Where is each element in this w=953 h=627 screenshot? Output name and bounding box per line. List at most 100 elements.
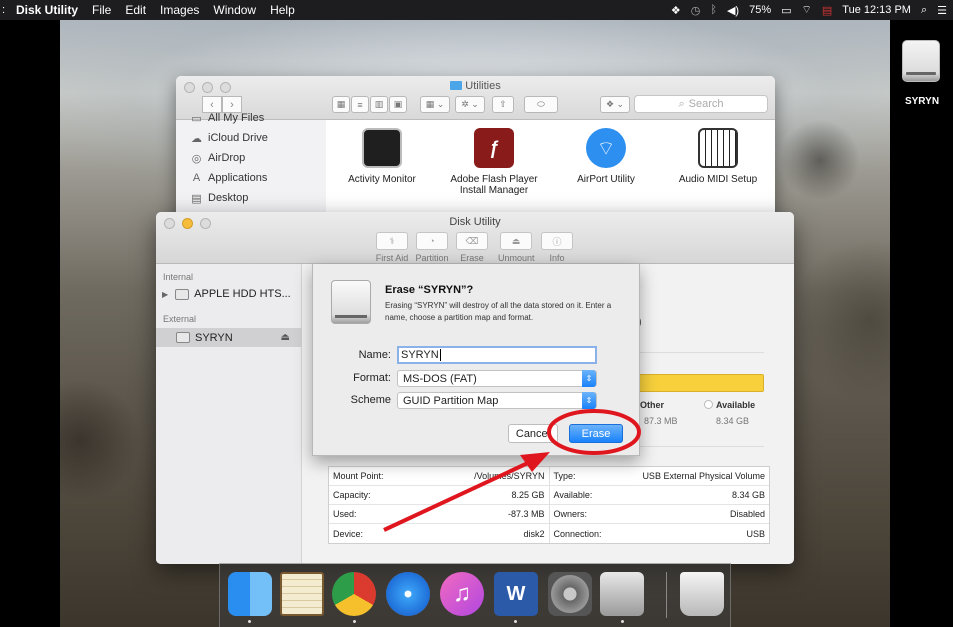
du-sidebar: Internal ▶ APPLE HDD HTS... External SYRY… [156,264,302,564]
sidebar-item-icloud-drive[interactable]: ☁ iCloud Drive [190,132,268,145]
calculator-icon[interactable] [280,572,324,616]
search-icon: ⌕ [678,97,685,110]
eject-icon[interactable]: ⏏ [281,332,290,343]
sidebar-item-desktop[interactable]: ▤ Desktop [190,192,248,205]
menu-images[interactable]: Images [160,3,199,17]
running-indicator [248,620,251,623]
device-internal-hdd[interactable]: ▶ APPLE HDD HTS... [162,288,291,300]
back-button[interactable]: ‹ [202,96,222,113]
view-columns-button[interactable]: ▥ [370,96,388,113]
table-row: Capacity: 8.25 GB Available: 8.34 GB [329,486,769,505]
table-row: Device: disk2 Connection: USB [329,524,769,543]
trash-icon[interactable] [680,572,724,616]
menu-window[interactable]: Window [213,3,256,17]
dropbox-icon[interactable]: ❖ [671,4,681,17]
all-files-icon: ▭ [191,112,202,125]
external-drive-icon[interactable] [902,40,942,88]
format-select[interactable]: MS-DOS (FAT) ⇕ [397,370,597,387]
dock-separator [666,572,667,618]
nav-buttons: ‹ › [202,96,242,113]
share-button[interactable]: ⇧ [492,96,514,113]
app-airport-utility[interactable]: ⌔ AirPort Utility [556,128,656,185]
view-list-button[interactable]: ≡ [351,96,369,113]
app-activity-monitor[interactable]: Activity Monitor [332,128,432,185]
table-row: Used: -87.3 MB Owners: Disabled [329,505,769,524]
dropbox-toolbar-button[interactable]: ❖ ⌄ [600,96,630,113]
sidebar-item-airdrop[interactable]: ◎ AirDrop [190,152,246,165]
info-tool[interactable]: ⓘ Info [539,232,575,263]
running-indicator [621,620,624,623]
wifi-icon[interactable]: ⌔ [802,3,812,17]
screen-edge-right [890,20,953,627]
unmount-tool[interactable]: ⏏ Unmount [498,232,535,263]
word-icon[interactable]: W [494,572,538,616]
piano-keyboard-icon [698,128,738,168]
forward-button[interactable]: › [222,96,242,113]
finder-icon[interactable] [228,572,272,616]
app-audio-midi-setup[interactable]: Audio MIDI Setup [668,128,768,185]
running-indicator [353,620,356,623]
name-label: Name: [358,349,391,361]
system-preferences-icon[interactable] [548,572,592,616]
menu-help[interactable]: Help [270,3,295,17]
battery-icon[interactable]: ▭ [781,4,791,17]
sidebar-item-applications[interactable]: A Applications [190,172,268,184]
menu-bar: : Disk Utility File Edit Images Window H… [0,0,953,20]
view-coverflow-button[interactable]: ▣ [389,96,407,113]
volume-icon[interactable]: ◀) [727,4,739,17]
airport-utility-icon: ⌔ [586,128,626,168]
action-gear-button[interactable]: ✲ ⌄ [455,96,485,113]
first-aid-tool[interactable]: ⚕ First Aid [374,232,410,263]
itunes-icon[interactable]: ♫ [440,572,484,616]
format-label: Format: [353,372,391,384]
legend-other-value: 87.3 MB [644,416,678,426]
tags-button[interactable]: ⬭ [524,96,558,113]
disk-utility-icon[interactable] [600,572,644,616]
view-icons-button[interactable]: ▦ [332,96,350,113]
desktop-drive-label[interactable]: SYRYN [899,96,945,107]
erase-tool[interactable]: ⌫ Erase [454,232,490,263]
cancel-button[interactable]: Cancel [508,424,558,443]
menu-app-name[interactable]: Disk Utility [16,3,78,17]
chevron-updown-icon: ⇕ [582,370,596,387]
app-adobe-flash-installer[interactable]: ƒ Adobe Flash Player Install Manager [444,128,544,196]
disk-utility-titlebar[interactable]: Disk Utility ⚕ First Aid ◔ Partition ⌫ Eras… [156,212,794,264]
partition-tool[interactable]: ◔ Partition [414,232,450,263]
menu-edit[interactable]: Edit [125,3,146,17]
scheme-select[interactable]: GUID Partition Map ⇕ [397,392,597,409]
folder-icon [450,81,463,90]
chrome-icon[interactable] [332,572,376,616]
legend-available-label: Available [716,400,756,410]
device-external-syryn[interactable]: SYRYN ⏏ [156,328,302,347]
internal-header: Internal [163,272,194,282]
divider [632,446,764,447]
erase-button[interactable]: Erase [569,424,623,443]
chevron-updown-icon: ⇕ [582,392,596,409]
du-title: Disk Utility [449,216,501,228]
spotlight-icon[interactable]: ⌕ [921,4,927,17]
scheme-label: Scheme [350,394,391,406]
battery-percent[interactable]: 75% [749,4,771,16]
finder-search-field[interactable]: ⌕ Search [634,95,768,113]
arrange-button[interactable]: ▦ ⌄ [420,96,450,113]
bluetooth-icon[interactable]: ᛒ [710,4,717,16]
notification-center-icon[interactable]: ☰ [937,4,947,17]
running-indicator [514,620,517,623]
airdrop-icon: ◎ [191,152,202,165]
clock[interactable]: Tue 12:13 PM [842,4,911,16]
flag-icon[interactable]: ▤ [822,4,832,17]
time-machine-icon[interactable]: ◷ [691,4,701,17]
dock: ♫ W [219,563,731,627]
finder-titlebar[interactable]: Utilities ‹ › ▦ ≡ ▥ ▣ ▦ ⌄ ✲ ⌄ ⇧ ⬭ ❖ ⌄ ⌕ S… [176,76,775,120]
external-header: External [163,314,197,324]
menu-file[interactable]: File [92,3,111,17]
safari-icon[interactable] [386,572,430,616]
erase-sheet-title: Erase “SYRYN”? [385,284,474,296]
finder-title: Utilities [176,80,775,92]
stethoscope-icon: ⚕ [376,232,408,250]
apple-menu-icon[interactable]: : [2,4,10,16]
name-input[interactable]: SYRYN [397,346,597,364]
sidebar-item-all-files[interactable]: ▭ All My Files [190,112,264,125]
disclosure-triangle-icon[interactable]: ▶ [162,290,168,299]
desktop-icon: ▤ [191,192,202,205]
